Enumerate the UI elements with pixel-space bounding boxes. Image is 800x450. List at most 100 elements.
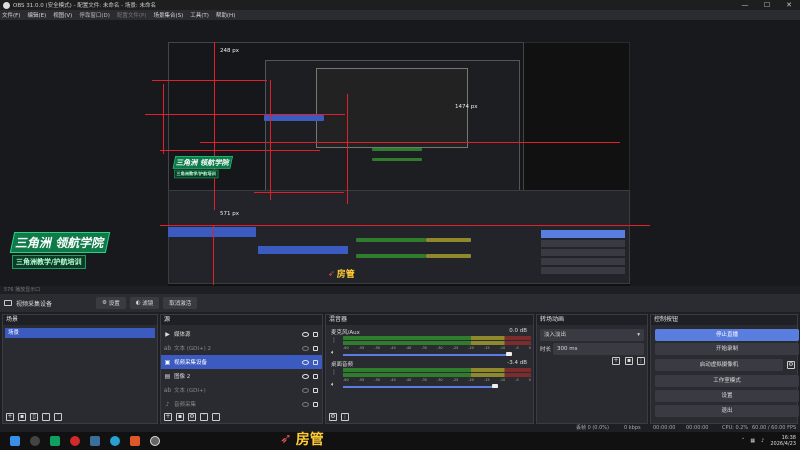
- remove-source-button[interactable]: ▪: [176, 413, 184, 421]
- tray-chevron-icon[interactable]: ˄: [742, 438, 745, 444]
- settings-button[interactable]: 设置: [655, 390, 799, 402]
- source-item-text[interactable]: ab 文本 (GDI+): [161, 383, 322, 397]
- text-icon: ab: [163, 386, 172, 394]
- maximize-button[interactable]: ☐: [756, 0, 778, 10]
- source-item-video-capture[interactable]: ▣ 视频采集设备: [161, 355, 322, 369]
- stop-streaming-button[interactable]: 停止直播: [655, 329, 799, 341]
- menu-edit[interactable]: 编辑(E): [27, 11, 46, 19]
- scale-tick: -50: [374, 346, 381, 350]
- menu-view[interactable]: 视图(V): [53, 11, 72, 19]
- menu-scene-collection[interactable]: 场景集合(S): [153, 11, 183, 19]
- scene-filters-button[interactable]: ▯: [30, 413, 38, 421]
- close-button[interactable]: ✕: [778, 0, 800, 10]
- browser-icon[interactable]: [110, 436, 120, 446]
- move-scene-up-button[interactable]: ˄: [42, 413, 50, 421]
- start-virtual-camera-button[interactable]: 启动虚拟摄像机: [655, 359, 783, 371]
- camera-icon: [4, 300, 12, 306]
- duration-input[interactable]: 300 ms: [553, 343, 644, 355]
- lock-icon[interactable]: [313, 373, 318, 379]
- speaker-mute-icon[interactable]: 🔈︎: [331, 381, 335, 389]
- remove-transition-button[interactable]: ▪: [625, 357, 633, 365]
- menu-tools[interactable]: 工具(T): [190, 11, 209, 19]
- lock-icon[interactable]: [313, 359, 318, 365]
- add-scene-button[interactable]: +: [6, 413, 14, 421]
- scale-tick: -50: [374, 378, 381, 382]
- source-item-text-2[interactable]: ab 文本 (GDI+) 2: [161, 341, 322, 355]
- visibility-eye-icon[interactable]: [302, 401, 309, 407]
- nested-meter-small-1: [372, 148, 422, 151]
- scale-tick: -55: [358, 378, 365, 382]
- volume-icon[interactable]: ♪: [761, 438, 764, 444]
- move-source-up-button[interactable]: ˄: [200, 413, 208, 421]
- start-recording-button[interactable]: 开始录制: [655, 343, 799, 355]
- clock[interactable]: 16:38 2026/4/23: [770, 435, 796, 447]
- mixer-settings-button[interactable]: ⚙: [329, 413, 337, 421]
- scene-item[interactable]: 场景: [5, 328, 155, 338]
- mixer-menu-button[interactable]: ⋮: [341, 413, 349, 421]
- transition-menu-button[interactable]: ⋮: [637, 357, 645, 365]
- scenes-title: 场景: [6, 316, 19, 323]
- studio-mode-button[interactable]: 工作室模式: [655, 375, 799, 387]
- academy-logo-nested-subtitle: 三角洲教学/护航培训: [174, 169, 219, 179]
- visibility-eye-icon[interactable]: [302, 345, 309, 351]
- speaker-mute-icon[interactable]: 🔈︎: [331, 349, 335, 357]
- lock-icon[interactable]: [313, 401, 318, 407]
- px-label-top: 248 px: [220, 48, 239, 54]
- volume-slider-mic[interactable]: [343, 354, 511, 356]
- remove-scene-button[interactable]: ▪: [18, 413, 26, 421]
- source-item-media[interactable]: ▶ 媒体源: [161, 327, 322, 341]
- selected-source-name: 视频采集设备: [16, 300, 53, 308]
- minimize-button[interactable]: —: [734, 0, 756, 10]
- app-orange-icon[interactable]: [130, 436, 140, 446]
- source-item-image-2[interactable]: ▤ 图像 2: [161, 369, 322, 383]
- add-transition-button[interactable]: +: [612, 357, 620, 365]
- steam-icon[interactable]: [90, 436, 100, 446]
- source-properties-icon-button[interactable]: ⚙: [188, 413, 196, 421]
- guide-line-h4: [160, 150, 320, 151]
- visibility-eye-icon[interactable]: [302, 331, 309, 337]
- menu-docks[interactable]: 停靠窗口(D): [79, 11, 110, 19]
- nested-meter-1: [356, 238, 426, 242]
- nested-room-tag-text: 房管: [336, 270, 355, 280]
- visibility-eye-icon[interactable]: [302, 387, 309, 393]
- volume-knob-desktop[interactable]: [492, 384, 498, 388]
- virtual-camera-settings-icon[interactable]: ⚙: [787, 361, 795, 369]
- lock-icon[interactable]: [313, 345, 318, 351]
- record-time: 00:00:00: [686, 425, 709, 431]
- add-source-button[interactable]: +: [164, 413, 172, 421]
- volume-knob-mic[interactable]: [506, 352, 512, 356]
- lock-icon[interactable]: [313, 331, 318, 337]
- source-properties-button[interactable]: ⚙ 设置: [96, 297, 126, 309]
- sources-list: ▶ 媒体源 ab 文本 (GDI+) 2 ▣ 视频采集设备 ▤ 图像 2 ab 文本 (G…: [161, 325, 322, 411]
- scenes-header: 场景: [3, 315, 157, 325]
- cpu-usage: CPU: 0.2%: [722, 425, 749, 431]
- source-deactivate-button[interactable]: 取消激活: [163, 297, 198, 309]
- visibility-eye-icon[interactable]: [302, 359, 309, 365]
- move-source-down-button[interactable]: ˅: [212, 413, 220, 421]
- obs-taskbar-icon[interactable]: [150, 436, 160, 446]
- scale-tick: -35: [421, 378, 427, 382]
- menu-help[interactable]: 帮助(H): [216, 11, 235, 19]
- volume-slider-desktop[interactable]: [343, 386, 498, 388]
- visibility-eye-icon[interactable]: [302, 373, 309, 379]
- app-delta-icon[interactable]: [50, 436, 60, 446]
- exit-button[interactable]: 退出: [655, 405, 799, 417]
- preview-area[interactable]: 248 px 1474 px 571 px 三角洲 领航学院 三角洲教学/护航培…: [0, 20, 800, 304]
- start-menu-icon[interactable]: [10, 436, 20, 446]
- system-tray: ˄ ▦ ♪ 16:38 2026/4/23: [742, 434, 796, 448]
- source-item-audio-capture[interactable]: ♪ 音频采集: [161, 397, 322, 411]
- guide-line-h3: [200, 142, 620, 143]
- source-filters-button[interactable]: ◐ 滤镜: [129, 297, 160, 309]
- channel-menu-icon[interactable]: ⋮: [331, 337, 337, 344]
- move-scene-down-button[interactable]: ˅: [54, 413, 62, 421]
- network-icon[interactable]: ▦: [750, 438, 755, 444]
- app-red-icon[interactable]: [70, 436, 80, 446]
- app-z-icon[interactable]: [30, 436, 40, 446]
- lock-icon[interactable]: [313, 387, 318, 393]
- guide-line-v3: [347, 94, 348, 204]
- menu-file[interactable]: 文件(F): [2, 11, 20, 19]
- transition-select[interactable]: 淡入淡出 ▾: [540, 329, 644, 341]
- scale-tick: -25: [452, 346, 459, 350]
- menu-profile[interactable]: 配置文件(P): [117, 11, 147, 19]
- channel-menu-icon[interactable]: ⋮: [331, 369, 337, 376]
